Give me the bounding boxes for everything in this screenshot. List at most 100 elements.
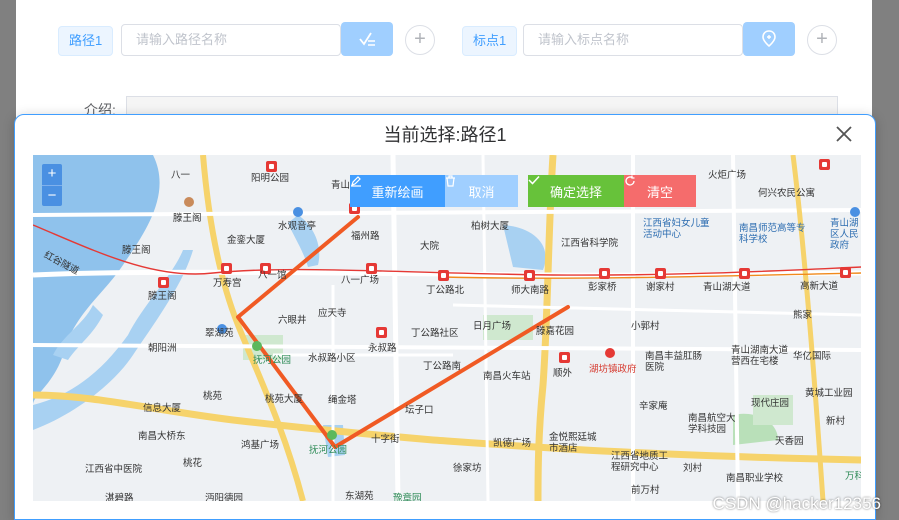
- map-label: 桃苑: [203, 391, 223, 402]
- map-label: 江西省妇女儿童活动中心: [643, 218, 710, 240]
- draw-marker-button[interactable]: [743, 22, 795, 56]
- metro-icon: [438, 270, 449, 281]
- add-marker-button[interactable]: +: [807, 25, 837, 55]
- close-icon[interactable]: [835, 121, 853, 149]
- map-label: 江西省中医院: [85, 464, 143, 475]
- map-label: 江西省科学院: [561, 238, 619, 249]
- cancel-button[interactable]: 取消: [445, 175, 518, 207]
- map-label: 翠湖苑: [205, 328, 234, 339]
- zoom-out-button[interactable]: −: [42, 185, 62, 206]
- poi-icon: [605, 348, 615, 358]
- map-label: 火炬广场: [708, 170, 747, 181]
- map-label: 抚河公园: [253, 355, 292, 366]
- map-label: 万科: [845, 471, 861, 482]
- map-label: 抚河公园: [309, 445, 348, 456]
- poi-icon: [327, 430, 337, 440]
- map-label: 南昌火车站: [483, 371, 531, 382]
- metro-icon: [840, 267, 851, 278]
- map-label: 大院: [420, 241, 440, 252]
- metro-icon: [524, 270, 535, 281]
- add-route-button[interactable]: +: [405, 25, 435, 55]
- map-label: 师大南路: [511, 285, 550, 296]
- map-label: 南昌航空大学科技园: [688, 413, 736, 435]
- map-label: 日月广场: [473, 321, 512, 332]
- watermark-text: CSDN @hacker12356: [712, 494, 881, 513]
- dialog-title: 当前选择:路径1: [383, 125, 507, 145]
- map-label: 滕嘉花园: [536, 326, 575, 337]
- map-label: 丁公路社区: [411, 328, 459, 339]
- map-label: 应天寺: [318, 308, 347, 319]
- route-name-input[interactable]: 请输入路径名称: [121, 24, 341, 56]
- map-label: 天香园: [775, 436, 804, 447]
- map-label: 八一广场: [341, 275, 380, 286]
- map-label: 江西省地质工程研究中心: [611, 451, 669, 473]
- map-label: 青山湖南大道营西在宅楼: [731, 345, 789, 367]
- map-label: 新村: [826, 416, 846, 427]
- map-label: 沔阳德园: [205, 493, 244, 501]
- draw-route-button[interactable]: [341, 22, 393, 56]
- map-label: 永叔路: [368, 343, 397, 354]
- map-label: 丁公路北: [426, 285, 465, 296]
- clear-label: 清空: [646, 184, 673, 200]
- marker-name-input[interactable]: 请输入标点名称: [523, 24, 743, 56]
- route-edit-icon: [359, 32, 375, 46]
- map-label: 丁公路南: [423, 361, 462, 372]
- map-label: 小郭村: [631, 321, 660, 332]
- map-label: 谢家村: [646, 282, 675, 293]
- zoom-in-button[interactable]: +: [42, 164, 62, 185]
- map-label: 豫章园: [393, 493, 422, 501]
- confirm-label: 确定选择: [549, 184, 602, 200]
- zoom-control: + −: [42, 164, 62, 206]
- map-label: 南昌职业学校: [726, 473, 784, 484]
- map-label: 顺外: [553, 368, 573, 379]
- metro-icon: [819, 159, 830, 170]
- map-label: 南昌师范高等专科学校: [739, 223, 806, 245]
- route-select-dialog: 当前选择:路径1 八一 阳明公园 青山 火炬广场 何兴农民公寓 滕王阁 水观音亭…: [14, 114, 876, 520]
- map-label: 十字街: [371, 434, 400, 445]
- metro-icon: [158, 277, 169, 288]
- map-label: 滕王阁: [122, 245, 151, 256]
- map-label: 福州路: [351, 231, 380, 242]
- map-label: 坛子口: [405, 405, 434, 416]
- map-label: 前万村: [631, 485, 660, 496]
- metro-icon: [739, 268, 750, 279]
- check-icon: [528, 175, 540, 185]
- map-label: 桃苑大厦: [265, 394, 304, 405]
- map-label: 湛碧路: [105, 493, 134, 501]
- map-label: 现代庄园: [751, 398, 790, 409]
- pencil-icon: [351, 176, 361, 187]
- map-label: 刘村: [683, 463, 703, 474]
- map-label: 黄城工业园: [805, 388, 853, 399]
- poi-icon: [293, 207, 303, 217]
- map-label: 滕王阁: [173, 213, 202, 224]
- map-label: 华亿国际: [793, 351, 832, 362]
- map-label: 辛家庵: [639, 401, 668, 412]
- map-label: 桃花: [183, 458, 203, 469]
- map-label: 八一: [171, 170, 191, 181]
- map-label: 徐家坊: [453, 463, 482, 474]
- map-label: 万寿宫: [213, 278, 242, 289]
- poi-icon: [252, 341, 262, 351]
- map-label: 滕王阁: [148, 291, 177, 302]
- confirm-select-button[interactable]: 确定选择: [528, 175, 624, 207]
- map-label: 水观音亭: [278, 221, 317, 232]
- map-label: 信息大厦: [143, 403, 182, 414]
- redraw-button[interactable]: 重新绘画: [350, 175, 445, 207]
- marker-tag: 标点1: [462, 26, 518, 56]
- metro-icon: [221, 263, 232, 274]
- map-label: 鸿基广场: [241, 440, 280, 451]
- map-label: 湖坊镇政府: [589, 364, 637, 375]
- map-label: 青山湖区人民政府: [830, 218, 859, 251]
- poi-icon: [850, 207, 860, 217]
- map-label: 绳金塔: [328, 395, 357, 406]
- map-canvas[interactable]: 八一 阳明公园 青山 火炬广场 何兴农民公寓 滕王阁 水观音亭 金銮大厦 福州路…: [33, 155, 861, 501]
- refresh-icon: [625, 175, 635, 186]
- location-pin-icon: [762, 30, 776, 48]
- map-label: 东湖苑: [345, 491, 374, 501]
- map-label: 南昌丰益肛肠医院: [645, 351, 703, 373]
- map-label: 阳明公园: [251, 173, 290, 184]
- map-label: 青山湖大道: [703, 282, 751, 293]
- clear-button[interactable]: 清空: [624, 175, 696, 207]
- map-label: 金悦熙廷城市酒店: [549, 432, 597, 454]
- map-label: 金銮大厦: [227, 235, 266, 246]
